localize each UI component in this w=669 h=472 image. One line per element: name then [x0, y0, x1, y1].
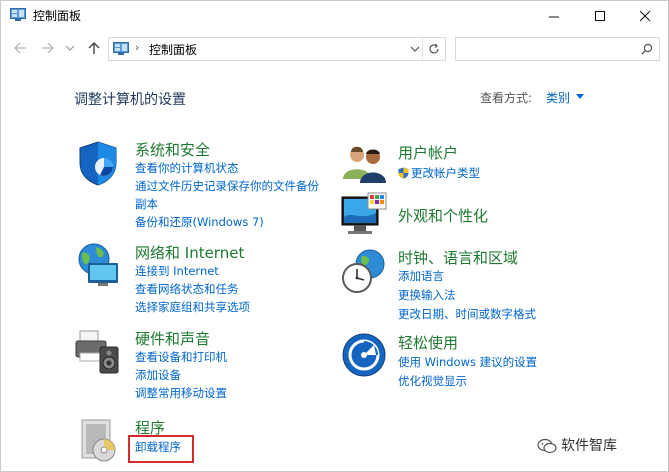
category-network-internet[interactable]: 网络和 Internet — [135, 242, 244, 263]
maximize-button[interactable] — [577, 1, 623, 31]
printer-speaker-icon[interactable] — [74, 327, 122, 375]
category-user-accounts[interactable]: 用户帐户 — [398, 142, 458, 163]
security-shield-icon[interactable] — [74, 139, 122, 187]
watermark-text: 软件智库 — [561, 438, 617, 454]
control-panel-icon — [10, 8, 26, 21]
link-view-computer-status[interactable]: 查看你的计算机状态 — [135, 160, 239, 176]
uac-shield-icon — [398, 167, 409, 179]
link-change-input-method[interactable]: 更换输入法 — [398, 287, 456, 303]
control-panel-icon — [113, 42, 129, 55]
forward-arrow-icon[interactable] — [41, 41, 55, 55]
link-mobility-settings[interactable]: 调整常用移动设置 — [135, 385, 227, 401]
highlight-box — [128, 435, 194, 463]
control-panel-window: 控制面板 › 控制面板 调整计算机的设置 查看方式: 类别 系统和安全 查看你的… — [0, 0, 669, 472]
back-arrow-icon[interactable] — [13, 41, 27, 55]
user-accounts-icon[interactable] — [340, 139, 388, 187]
link-optimize-visual-display[interactable]: 优化视觉显示 — [398, 373, 467, 389]
link-change-date-time-format[interactable]: 更改日期、时间或数字格式 — [398, 306, 536, 322]
address-bar[interactable]: › 控制面板 — [108, 37, 446, 61]
link-file-history-backup[interactable]: 通过文件历史记录保存你的文件备份 — [135, 178, 319, 194]
link-connect-internet[interactable]: 连接到 Internet — [135, 263, 219, 279]
refresh-button[interactable] — [422, 38, 445, 60]
link-use-windows-recommended[interactable]: 使用 Windows 建议的设置 — [398, 354, 537, 370]
close-button[interactable] — [622, 1, 668, 31]
refresh-icon — [429, 43, 439, 54]
breadcrumb-separator: › — [135, 41, 140, 54]
link-add-device[interactable]: 添加设备 — [135, 367, 181, 383]
category-appearance-personalization[interactable]: 外观和个性化 — [398, 205, 488, 226]
ease-of-access-icon[interactable] — [340, 331, 388, 379]
wechat-icon — [537, 438, 557, 454]
breadcrumb-control-panel[interactable]: 控制面板 — [149, 41, 197, 58]
title-bar: 控制面板 — [1, 1, 668, 31]
recent-locations-icon[interactable] — [65, 43, 75, 53]
view-by-dropdown[interactable]: 类别 — [546, 89, 570, 106]
link-change-account-type[interactable]: 更改帐户类型 — [398, 165, 480, 181]
window-title: 控制面板 — [33, 9, 82, 23]
category-clock-language-region[interactable]: 时钟、语言和区域 — [398, 247, 518, 268]
network-globe-icon[interactable] — [74, 241, 122, 289]
link-backup-restore-win7[interactable]: 备份和还原(Windows 7) — [135, 214, 264, 230]
link-network-status[interactable]: 查看网络状态和任务 — [135, 281, 239, 297]
navigation-bar: › 控制面板 — [1, 34, 668, 62]
maximize-icon — [595, 11, 605, 21]
close-icon — [639, 10, 651, 22]
search-box[interactable] — [455, 37, 660, 61]
category-hardware-sound[interactable]: 硬件和声音 — [135, 328, 210, 349]
chevron-down-icon[interactable] — [410, 44, 420, 54]
search-icon — [641, 43, 653, 55]
category-ease-of-access[interactable]: 轻松使用 — [398, 332, 458, 353]
link-devices-printers[interactable]: 查看设备和打印机 — [135, 349, 227, 365]
caret-down-icon[interactable] — [576, 94, 584, 100]
minimize-icon — [549, 16, 559, 18]
category-system-security[interactable]: 系统和安全 — [135, 139, 210, 160]
link-homegroup-sharing[interactable]: 选择家庭组和共享选项 — [135, 299, 250, 315]
page-title: 调整计算机的设置 — [74, 92, 186, 108]
view-by-label: 查看方式: — [480, 91, 533, 105]
minimize-button[interactable] — [531, 1, 577, 31]
clock-globe-icon[interactable] — [340, 247, 388, 295]
link-backup-copy[interactable]: 副本 — [135, 196, 158, 212]
up-arrow-icon[interactable] — [87, 41, 101, 55]
link-change-account-type-label: 更改帐户类型 — [411, 166, 480, 180]
appearance-monitor-icon[interactable] — [340, 191, 388, 239]
programs-disc-box-icon[interactable] — [74, 416, 122, 464]
link-add-language[interactable]: 添加语言 — [398, 268, 444, 284]
